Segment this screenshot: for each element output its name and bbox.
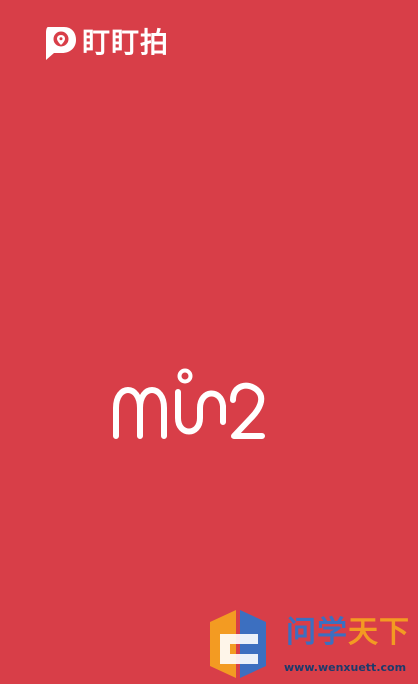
watermark-url: www.wenxuett.com bbox=[284, 661, 407, 674]
brand-name: 盯盯拍 bbox=[82, 25, 170, 59]
brand-header: 盯盯拍 bbox=[42, 22, 169, 62]
splash-screen: 盯盯拍 min2 问学天下 www.wenxuett.com bbox=[0, 0, 418, 684]
product-wordmark: min2 bbox=[113, 368, 265, 439]
watermark-logo-icon bbox=[210, 610, 266, 678]
product-logo: min2 bbox=[106, 352, 306, 440]
watermark-title-part1: 问学 bbox=[286, 615, 348, 650]
watermark-title-part2: 天下 bbox=[348, 615, 410, 650]
watermark-title: 问学天下 bbox=[286, 618, 410, 648]
camera-pin-icon bbox=[46, 27, 76, 60]
watermark: 问学天下 www.wenxuett.com bbox=[200, 604, 418, 684]
